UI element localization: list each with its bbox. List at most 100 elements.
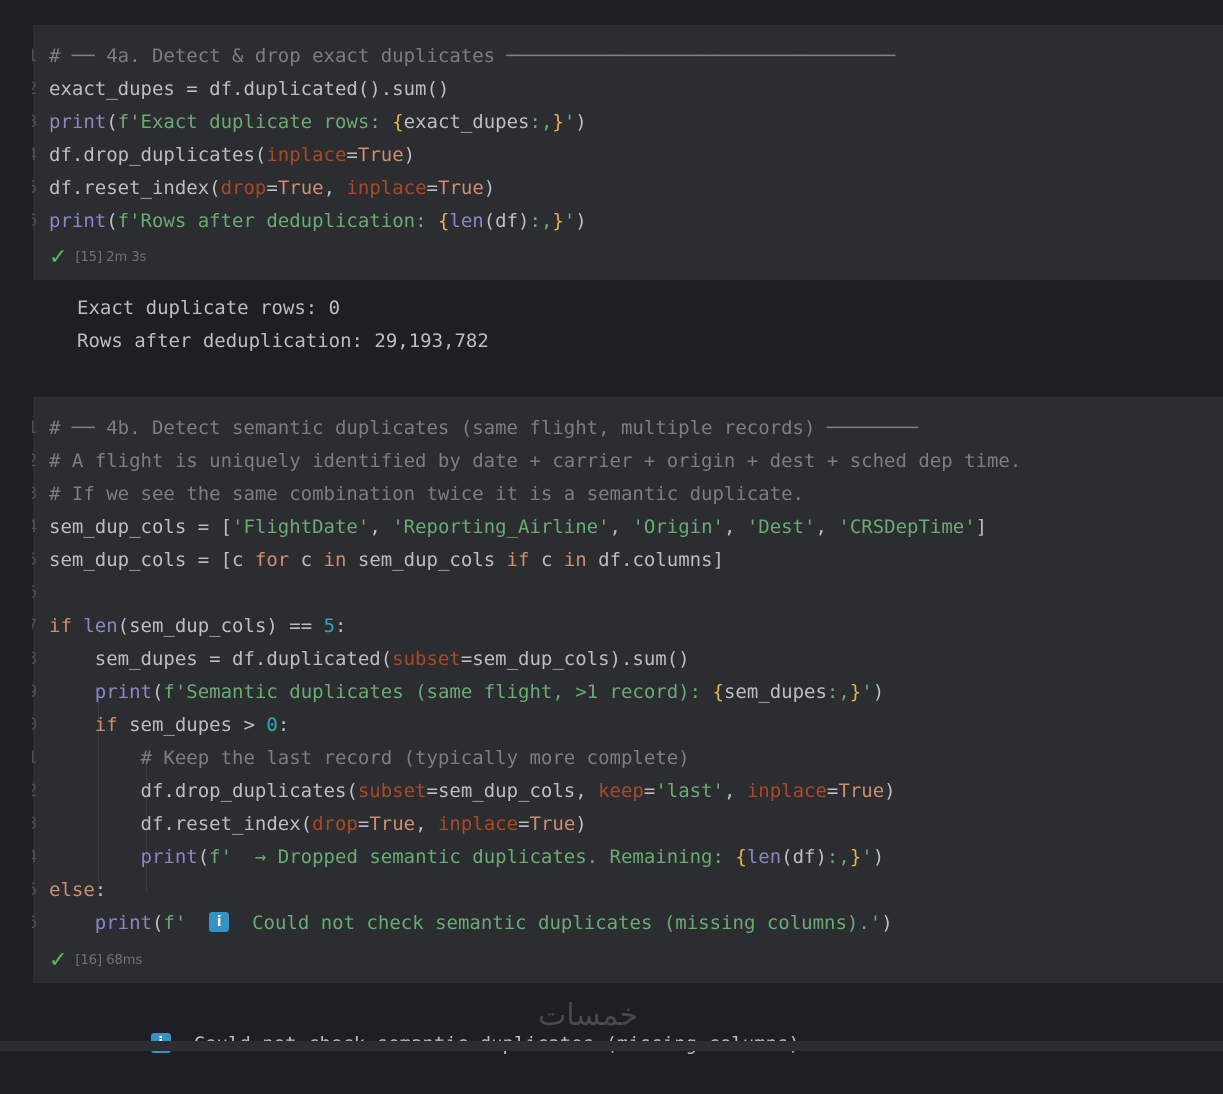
code-token: sem_dup_cols <box>346 549 507 571</box>
line-number: 2 <box>32 451 38 471</box>
code-token: len <box>449 210 484 232</box>
code-line[interactable]: if len(sem_dup_cols) == 5: <box>49 610 346 643</box>
line-number: 8 <box>32 649 38 669</box>
code-token: ) <box>403 144 416 166</box>
code-token: ) <box>575 210 587 232</box>
code-token: ] <box>975 516 988 538</box>
code-token: 'CRSDepTime' <box>838 516 976 538</box>
code-line[interactable]: sem_dup_cols = ['FlightDate', 'Reporting… <box>49 511 987 544</box>
cell-status: ✓ [15] 2m 3s <box>49 246 146 270</box>
line-number: 6 <box>32 583 38 603</box>
code-token: :, <box>529 210 553 232</box>
code-line[interactable]: # A flight is uniquely identified by dat… <box>49 445 1021 478</box>
code-line[interactable]: exact_dupes = df.duplicated().sum() <box>49 73 449 106</box>
code-token: } <box>552 210 564 232</box>
code-token: True <box>438 177 484 199</box>
code-token: # A flight is uniquely identified by dat… <box>49 450 1022 472</box>
code-line[interactable]: # Keep the last record (typically more c… <box>49 742 690 775</box>
line-number: 5 <box>32 880 38 900</box>
code-line[interactable]: print(f'Semantic duplicates (same flight… <box>49 676 884 709</box>
code-token: :, <box>826 681 850 703</box>
code-token: = <box>346 144 358 166</box>
code-token: 5 <box>323 615 336 637</box>
code-token: f' <box>163 912 210 934</box>
execution-info: [15] 2m 3s <box>75 250 147 265</box>
code-line[interactable]: print(f'Rows after deduplication: {len(d… <box>49 205 587 238</box>
code-token: print <box>49 111 107 133</box>
code-token: , <box>323 177 347 199</box>
code-token: inplace <box>346 177 427 199</box>
code-line[interactable]: sem_dup_cols = [c for c in sem_dup_cols … <box>49 544 724 577</box>
code-line[interactable]: # ── 4b. Detect semantic duplicates (sam… <box>49 412 918 445</box>
code-token: True <box>838 780 885 802</box>
code-token: ( <box>106 210 118 232</box>
code-cell-4a[interactable]: 1 # ── 4a. Detect & drop exact duplicates… <box>32 25 1223 280</box>
line-number: 6 <box>32 211 38 231</box>
code-line[interactable]: df.reset_index(drop=True, inplace=True) <box>49 808 587 841</box>
code-token: 'Dest' <box>746 516 816 538</box>
code-token: } <box>849 846 862 868</box>
code-token: len <box>746 846 782 868</box>
info-icon: i <box>209 911 230 932</box>
code-token: , <box>723 780 747 802</box>
code-token: 0 <box>266 714 278 736</box>
code-token: (df) <box>781 846 827 868</box>
code-line[interactable]: # If we see the same combination twice i… <box>49 478 804 511</box>
code-token: df.reset_index( <box>49 813 313 835</box>
code-token: sem_dup_cols = [c <box>49 549 255 571</box>
code-line[interactable]: sem_dupes = df.duplicated(subset=sem_dup… <box>49 643 690 676</box>
code-token: = <box>266 177 278 199</box>
code-line[interactable]: df.drop_duplicates(subset=sem_dup_cols, … <box>49 775 896 808</box>
code-token: ) <box>575 813 587 835</box>
code-token: ) <box>884 780 896 802</box>
code-token: exact_dupes = df.duplicated().sum() <box>49 78 450 100</box>
code-token: ' <box>563 111 576 133</box>
code-token: if <box>49 615 72 637</box>
code-token: sem_dupes = df.duplicated( <box>49 648 393 670</box>
code-token: True <box>529 813 576 835</box>
code-line[interactable]: print(f' → Dropped semantic duplicates. … <box>49 841 885 874</box>
line-number: 4 <box>32 145 38 165</box>
code-token: inplace <box>266 144 347 166</box>
code-token: { <box>712 681 724 703</box>
code-line[interactable]: print(f' i Could not check semantic dupl… <box>49 907 893 940</box>
code-token: True <box>277 177 324 199</box>
code-line[interactable]: df.reset_index(drop=True, inplace=True) <box>49 172 495 205</box>
code-token: = <box>826 780 839 802</box>
code-line[interactable]: if sem_dupes > 0: <box>49 709 290 742</box>
code-token: , <box>415 813 438 835</box>
code-token: ) <box>872 846 885 868</box>
line-number: 2 <box>32 781 38 801</box>
code-token: , <box>723 516 747 538</box>
code-token: , <box>609 516 633 538</box>
code-line[interactable]: else: <box>49 874 106 907</box>
cell-status: ✓ [16] 68ms <box>49 949 142 973</box>
code-token: c <box>289 549 324 571</box>
code-token: print <box>94 912 152 934</box>
code-cell-4b[interactable]: 1 # ── 4b. Detect semantic duplicates (sa… <box>32 397 1223 983</box>
code-token: = <box>518 813 530 835</box>
code-line[interactable]: df.drop_duplicates(inplace=True) <box>49 139 415 172</box>
code-token: True <box>369 813 416 835</box>
code-token: ( <box>151 681 164 703</box>
code-token: ) <box>483 177 496 199</box>
code-line[interactable]: print(f'Exact duplicate rows: {exact_dup… <box>49 106 587 139</box>
code-token: df.drop_duplicates( <box>49 144 267 166</box>
line-number: 6 <box>32 913 38 933</box>
code-token: sem_dup_cols = [ <box>49 516 233 538</box>
line-number: 5 <box>32 178 38 198</box>
line-number: 4 <box>32 847 38 867</box>
code-token: sem_dupes <box>723 681 827 703</box>
code-token: ) <box>872 681 885 703</box>
code-token: =sem_dup_cols).sum() <box>460 648 690 670</box>
code-token: True <box>357 144 404 166</box>
code-line[interactable]: # ── 4a. Detect & drop exact duplicates … <box>49 40 895 73</box>
code-token: (df) <box>483 210 530 232</box>
code-token: =sem_dup_cols, <box>426 780 599 802</box>
code-token: # Keep the last record (typically more c… <box>140 747 690 769</box>
code-token: f'Semantic duplicates (same flight, >1 r… <box>163 681 713 703</box>
code-token: print <box>140 846 198 868</box>
